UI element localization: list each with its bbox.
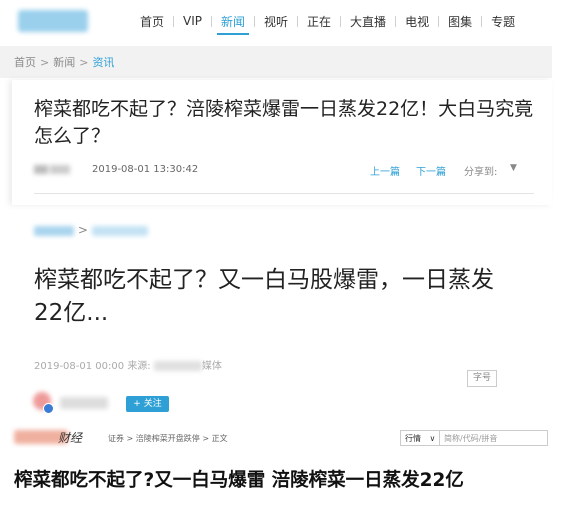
stock-search-input[interactable]: 简称/代码/拼音 bbox=[440, 430, 548, 446]
nav-item-video[interactable]: 视听 bbox=[264, 13, 288, 30]
breadcrumb-redacted[interactable] bbox=[34, 225, 74, 236]
nav-divider bbox=[173, 15, 175, 27]
breadcrumb-current[interactable]: 资讯 bbox=[92, 54, 114, 70]
publish-date: 2019-08-01 00:00 bbox=[34, 361, 125, 372]
nav-item-big-live[interactable]: 大直播 bbox=[350, 13, 386, 30]
breadcrumb-separator: > bbox=[77, 223, 88, 237]
source-redacted bbox=[153, 361, 202, 371]
breadcrumb[interactable]: 证券 > 涪陵榨菜开盘跌停 > 正文 bbox=[108, 433, 228, 444]
prev-article-link[interactable]: 上一篇 bbox=[370, 163, 400, 178]
breadcrumb-home[interactable]: 首页 bbox=[14, 54, 36, 70]
follow-button[interactable]: + 关注 bbox=[126, 396, 169, 412]
nav-item-home[interactable]: 首页 bbox=[140, 13, 164, 30]
chevron-down-icon: ∨ bbox=[429, 434, 436, 443]
nav-divider bbox=[211, 15, 212, 27]
nav-item-live-now[interactable]: 正在 bbox=[307, 13, 331, 30]
article-meta: 2019-08-01 13:30:42 上一篇 下一篇 分享到: ▼ bbox=[34, 163, 539, 179]
source-suffix: 媒体 bbox=[201, 361, 222, 372]
site-brand: 财经 bbox=[58, 431, 83, 445]
verified-badge-icon bbox=[43, 403, 54, 414]
nav-divider bbox=[340, 15, 342, 27]
nav-item-vip[interactable]: VIP bbox=[183, 14, 202, 28]
breadcrumb-separator: > bbox=[79, 55, 89, 69]
top-nav: 首页 VIP 新闻 视听 正在 大直播 电视 图集 专题 bbox=[0, 0, 573, 42]
divider bbox=[34, 193, 534, 194]
next-article-link[interactable]: 下一篇 bbox=[416, 163, 446, 178]
breadcrumb: 首页 > 新闻 > 资讯 bbox=[0, 46, 552, 78]
share-label[interactable]: 分享到: bbox=[464, 163, 497, 178]
article-meta: 2019-08-01 00:00 来源: 媒体 bbox=[34, 357, 222, 372]
publish-date: 2019-08-01 13:30:42 bbox=[92, 164, 199, 175]
breadcrumb: > bbox=[34, 223, 148, 239]
nav-item-gallery[interactable]: 图集 bbox=[448, 13, 472, 30]
redacted-author-icon bbox=[34, 165, 70, 174]
article-title: 榨菜都吃不起了?又一白马爆雷 涪陵榨菜一日蒸发22亿 bbox=[14, 470, 464, 491]
nav-menu: 首页 VIP 新闻 视听 正在 大直播 电视 图集 专题 bbox=[140, 0, 515, 42]
article-title: 榨菜都吃不起了？涪陵榨菜爆雷一日蒸发22亿！大白马究竟怎么了？ bbox=[34, 98, 534, 147]
breadcrumb-news[interactable]: 新闻 bbox=[53, 54, 75, 70]
quote-type-label: 行情 bbox=[405, 434, 421, 443]
nav-item-topics[interactable]: 专题 bbox=[491, 13, 515, 30]
breadcrumb-separator: > bbox=[40, 55, 50, 69]
nav-divider bbox=[297, 15, 299, 27]
site-logo[interactable] bbox=[18, 10, 88, 32]
nav-item-tv[interactable]: 电视 bbox=[405, 13, 429, 30]
nav-divider bbox=[254, 15, 256, 27]
breadcrumb-redacted[interactable] bbox=[91, 225, 148, 236]
author-name[interactable] bbox=[60, 397, 108, 409]
article-title: 榨菜都吃不起了？又一白马股爆雷，一日蒸发22亿... bbox=[34, 267, 494, 326]
font-size-button[interactable]: 字号 bbox=[467, 370, 497, 387]
source-label: 来源: bbox=[127, 361, 151, 372]
author-name[interactable] bbox=[34, 163, 74, 176]
quote-type-select[interactable]: 行情 ∨ bbox=[400, 430, 440, 446]
share-dropdown-icon[interactable]: ▼ bbox=[510, 163, 517, 173]
nav-item-news[interactable]: 新闻 bbox=[216, 13, 250, 35]
nav-divider bbox=[395, 15, 397, 27]
nav-divider bbox=[438, 15, 440, 27]
nav-divider bbox=[481, 15, 483, 27]
